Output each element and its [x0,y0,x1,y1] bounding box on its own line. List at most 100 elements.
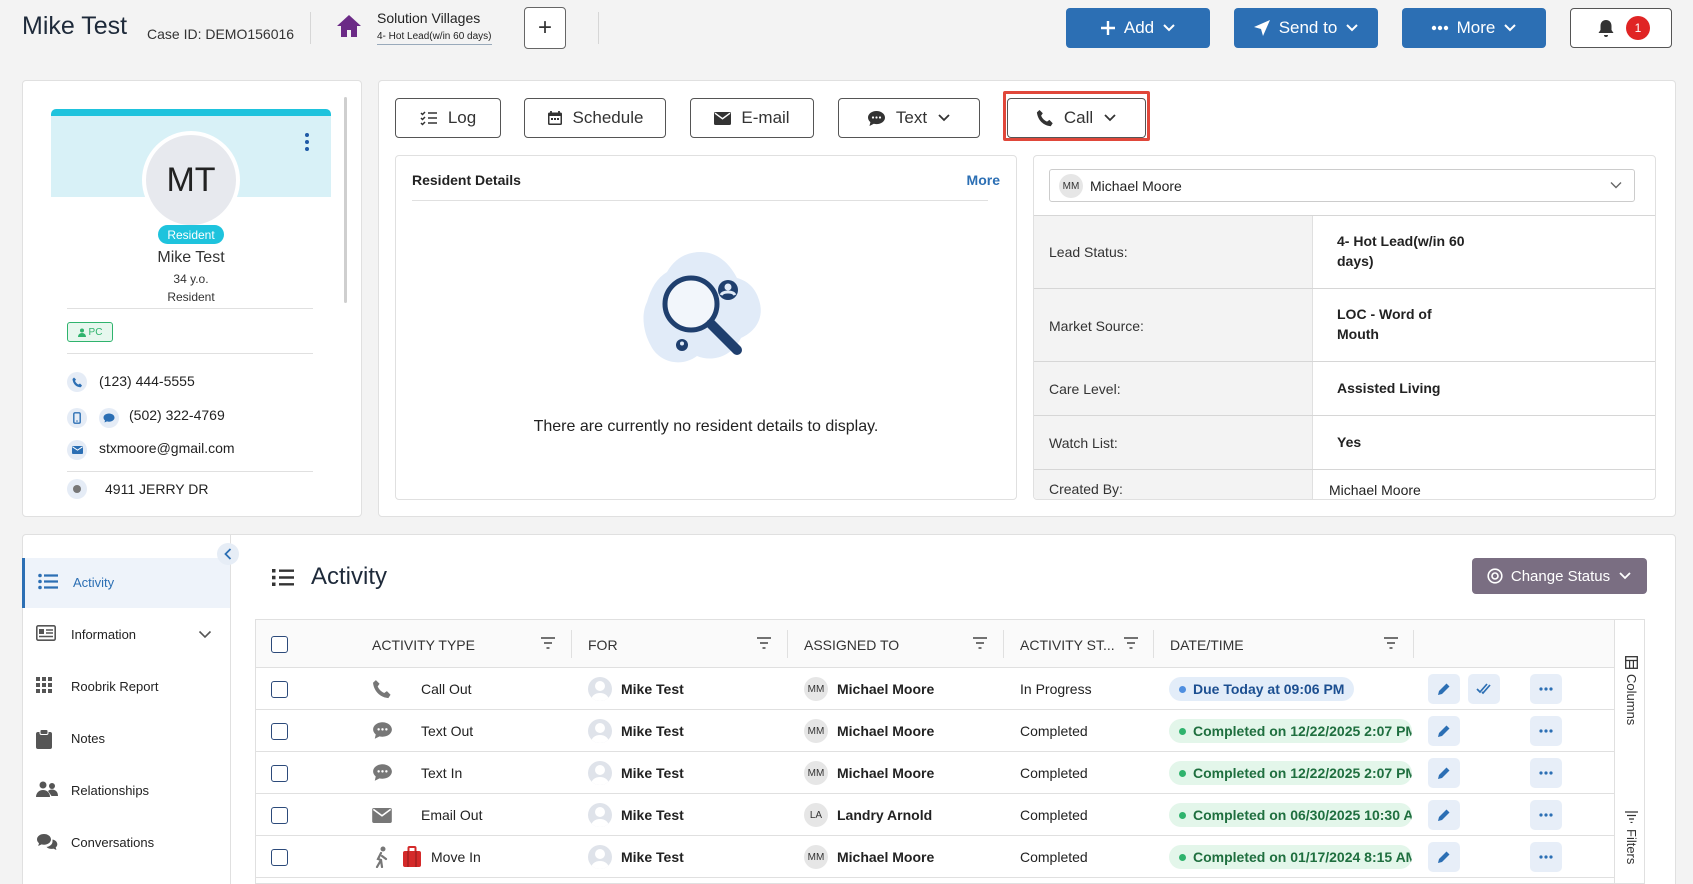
filter-lines-icon[interactable] [1625,811,1638,823]
activity-for[interactable]: Mike Test [621,681,684,697]
assignee-name[interactable]: Michael Moore [837,849,934,865]
row-checkbox[interactable] [271,849,288,866]
send-to-button[interactable]: Send to [1234,8,1378,48]
filter-icon[interactable] [1124,637,1138,649]
kebab-menu-icon[interactable] [305,133,309,154]
sidebar-item-roobrik-report[interactable]: Roobrik Report [22,662,230,712]
ellipsis-icon [1539,729,1553,733]
notifications-button[interactable]: 1 [1570,8,1672,48]
filter-icon[interactable] [757,637,771,649]
sidebar-item-conversations[interactable]: Conversations [22,818,230,868]
activity-type: Text Out [421,723,474,739]
watch-list-row: Watch List: Yes [1034,415,1655,469]
filter-icon[interactable] [973,637,987,649]
row-checkbox[interactable] [271,807,288,824]
assignee-name[interactable]: Michael Moore [837,765,934,781]
sidebar-item-label: Relationships [71,783,150,798]
community-name[interactable]: Solution Villages [377,10,480,26]
row-checkbox[interactable] [271,765,288,782]
resident-details-more-link[interactable]: More [967,172,1000,188]
filter-icon[interactable] [541,637,555,649]
sidebar-item-activity[interactable]: Activity [22,558,230,608]
activity-for[interactable]: Mike Test [621,723,684,739]
community-lead-status[interactable]: 4- Hot Lead(w/in 60 days) [377,31,492,45]
email-address[interactable]: stxmoore@gmail.com [99,440,235,456]
chevron-down-icon [1162,23,1176,33]
created-by-row: Created By: Michael Moore [1034,469,1655,499]
list-icon [38,573,58,590]
collapse-sidebar-button[interactable] [217,543,239,565]
edit-button[interactable] [1428,800,1460,830]
edit-button[interactable] [1428,674,1460,704]
table-row[interactable]: Text Out Mike Test MM Michael Moore Comp… [256,710,1614,752]
add-button[interactable]: Add [1066,8,1210,48]
ellipsis-icon [1539,813,1553,817]
table-row[interactable]: Call Out Mike Test MM Michael Moore In P… [256,668,1614,710]
magnifier-search-illustration-icon [641,248,771,378]
owner-select[interactable]: MM Michael Moore [1049,169,1635,202]
row-checkbox[interactable] [271,723,288,740]
activity-for[interactable]: Mike Test [621,849,684,865]
text-message-icon[interactable] [99,408,119,428]
assignee-avatar: MM [804,761,828,785]
date-time-pill: Completed on 06/30/2025 10:30 AM [1169,803,1412,827]
scrollbar[interactable] [344,97,347,303]
column-header-date-time[interactable]: DATE/TIME [1170,637,1244,653]
chevron-down-icon [1610,181,1622,189]
more-button-label: More [1456,18,1496,37]
assignee-avatar: MM [804,719,828,743]
filter-icon[interactable] [1384,637,1398,649]
table-row[interactable]: Text In Mike Test MM Michael Moore Compl… [256,752,1614,794]
divider [230,534,231,884]
add-community-button[interactable]: + [524,7,566,49]
row-more-button[interactable] [1530,842,1562,872]
activity-for[interactable]: Mike Test [621,765,684,781]
assignee-name[interactable]: Michael Moore [837,681,934,697]
column-header-activity-type[interactable]: ACTIVITY TYPE [372,637,475,653]
column-header-activity-status[interactable]: ACTIVITY ST... [1020,637,1115,653]
profile-role: Resident [167,290,215,304]
table-row[interactable]: Move In Mike Test MM Michael Moore Compl… [256,836,1614,878]
row-more-button[interactable] [1530,758,1562,788]
sidebar-item-relationships[interactable]: Relationships [22,766,230,816]
columns-icon[interactable] [1625,656,1638,669]
row-checkbox[interactable] [271,681,288,698]
mobile-number[interactable]: (502) 322-4769 [129,407,225,423]
change-status-button[interactable]: Change Status [1472,558,1647,594]
columns-toggle[interactable]: Columns [1624,674,1639,725]
row-more-button[interactable] [1530,674,1562,704]
activity-type: Call Out [421,681,472,697]
row-more-button[interactable] [1530,800,1562,830]
select-all-checkbox[interactable] [271,636,288,653]
divider [1153,630,1154,658]
assignee-name[interactable]: Landry Arnold [837,807,932,823]
divider [67,308,313,309]
log-button-label: Log [447,108,477,127]
edit-button[interactable] [1428,758,1460,788]
more-button[interactable]: More [1402,8,1546,48]
filters-toggle[interactable]: Filters [1624,829,1639,864]
log-button[interactable]: Log [395,98,501,138]
paper-plane-icon [1253,19,1271,37]
sidebar-item-information[interactable]: Information [22,610,230,660]
edit-button[interactable] [1428,716,1460,746]
sidebar-item-notes[interactable]: Notes [22,714,230,764]
schedule-button[interactable]: Schedule [524,98,666,138]
edit-button[interactable] [1428,842,1460,872]
ellipsis-icon [1539,771,1553,775]
column-header-for[interactable]: FOR [588,637,618,653]
complete-button[interactable] [1468,674,1500,704]
chevron-down-icon[interactable] [198,630,212,639]
column-header-assigned-to[interactable]: ASSIGNED TO [804,637,899,653]
assignee-name[interactable]: Michael Moore [837,723,934,739]
text-button[interactable]: Text [838,98,980,138]
table-row[interactable]: Email Out Mike Test LA Landry Arnold Com… [256,794,1614,836]
row-more-button[interactable] [1530,716,1562,746]
top-bar: Mike Test Case ID: DEMO156016 Solution V… [0,0,1693,58]
email-icon [67,440,87,460]
calendar-icon [547,110,563,126]
person-avatar-icon [588,803,612,827]
phone-number[interactable]: (123) 444-5555 [99,373,195,389]
email-button[interactable]: E-mail [690,98,814,138]
activity-for[interactable]: Mike Test [621,807,684,823]
